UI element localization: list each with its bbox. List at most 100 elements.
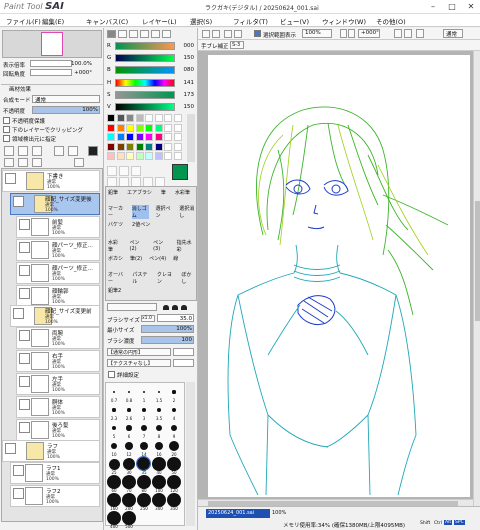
- layer-row-selected[interactable]: 顔配_サイズ変更後 通常 100%: [10, 193, 100, 215]
- brush-size-dot[interactable]: [122, 475, 136, 489]
- brush-size-dot[interactable]: [152, 475, 166, 489]
- new-vector-layer-icon[interactable]: [18, 146, 28, 156]
- brush-size-dot[interactable]: [167, 475, 181, 489]
- color-swatch[interactable]: [135, 123, 144, 132]
- tool-custom[interactable]: 指先水彩: [177, 239, 196, 253]
- effects-header[interactable]: 画材効果: [1, 84, 103, 93]
- tip-shape-icon[interactable]: [172, 305, 178, 310]
- magic-wand-icon[interactable]: [131, 166, 141, 176]
- tool-select-pen[interactable]: 選択ペン: [156, 205, 173, 219]
- layer-row[interactable]: 右手 通常 100%: [16, 350, 100, 372]
- brush-size-dot[interactable]: [107, 475, 121, 489]
- detail-settings-toggle[interactable]: [108, 371, 115, 378]
- visibility-icon[interactable]: [13, 465, 24, 476]
- brush-size-dot[interactable]: [156, 407, 162, 413]
- color-swatch[interactable]: [126, 142, 134, 151]
- stabilizer-select[interactable]: S-3: [230, 41, 244, 49]
- tool-custom[interactable]: パステル: [132, 271, 151, 285]
- color-swatch[interactable]: [135, 142, 144, 151]
- tool-custom[interactable]: 筆(2): [130, 255, 142, 262]
- color-swatch[interactable]: [164, 133, 172, 141]
- b-slider[interactable]: [115, 66, 175, 74]
- current-color-swatch[interactable]: [172, 164, 188, 180]
- minimize-icon[interactable]: –: [424, 1, 442, 12]
- tool-custom[interactable]: ペン(3): [153, 239, 170, 253]
- new-layer-icon[interactable]: [4, 146, 14, 156]
- brush-size-dot[interactable]: [139, 441, 149, 451]
- brush-size-scrollbar[interactable]: [186, 382, 195, 526]
- menu-layer[interactable]: レイヤー(L): [142, 16, 177, 26]
- visibility-icon[interactable]: [19, 288, 30, 299]
- brush-size-multiplier[interactable]: x1.0: [141, 315, 155, 322]
- brush-size-dot[interactable]: [142, 408, 146, 412]
- visibility-icon[interactable]: [5, 443, 16, 454]
- color-swatch[interactable]: [107, 133, 115, 141]
- menu-file[interactable]: ファイル(F): [6, 16, 41, 26]
- menu-filter[interactable]: フィルタ(T): [233, 16, 268, 26]
- merge-visible-icon[interactable]: [32, 158, 42, 167]
- tool-custom[interactable]: ペン(2): [130, 239, 147, 253]
- brush-size-dot[interactable]: [111, 425, 117, 431]
- color-swatch[interactable]: [107, 114, 115, 122]
- tool-bucket[interactable]: バケツ: [108, 221, 123, 228]
- h-slider[interactable]: [115, 79, 175, 87]
- view-mode-select[interactable]: 通常: [443, 29, 463, 38]
- layer-row[interactable]: 前髪 通常 100%: [16, 216, 100, 238]
- mask-icon[interactable]: [88, 146, 98, 156]
- tip-shape-icon[interactable]: [163, 305, 169, 310]
- color-swatch[interactable]: [135, 133, 144, 141]
- rect-select-icon[interactable]: [107, 166, 117, 176]
- brush-size-dot[interactable]: [126, 425, 132, 431]
- rotate-left-icon[interactable]: [394, 29, 402, 38]
- angle-select[interactable]: +000°: [358, 29, 380, 38]
- tool-brush[interactable]: 筆: [161, 189, 166, 196]
- blend-mode-select[interactable]: 通常: [32, 95, 100, 104]
- transfer-down-icon[interactable]: [4, 158, 14, 167]
- show-selection-checkbox[interactable]: [254, 30, 261, 37]
- color-swatch[interactable]: [126, 114, 134, 122]
- brush-size-dot[interactable]: [171, 407, 177, 413]
- menu-canvas[interactable]: キャンバス(C): [86, 16, 128, 26]
- brush-texture-strength[interactable]: [173, 359, 194, 367]
- brush-size-dot[interactable]: [167, 493, 181, 507]
- layer-row[interactable]: 顔配_サイズ変更前 通常 100%: [10, 305, 100, 327]
- copy-layer-icon[interactable]: [54, 146, 64, 156]
- tool-custom[interactable]: ペン(4): [149, 255, 166, 262]
- tool-select-eraser[interactable]: 選択消し: [179, 205, 196, 219]
- brush-size-dot[interactable]: [169, 441, 179, 451]
- clip-checkbox[interactable]: [3, 126, 10, 133]
- menu-edit[interactable]: 編集(E): [42, 16, 64, 26]
- color-swatch[interactable]: [145, 123, 153, 132]
- brush-size-dot[interactable]: [107, 511, 121, 525]
- layer-row[interactable]: 左手 通常 100%: [16, 373, 100, 395]
- mixer-icon[interactable]: [140, 30, 149, 38]
- menu-view[interactable]: ビュー(V): [280, 16, 309, 26]
- rgb-slider-icon[interactable]: [118, 30, 127, 38]
- visibility-icon[interactable]: [19, 242, 30, 253]
- lasso-icon[interactable]: [119, 166, 129, 176]
- rotate-right-icon[interactable]: [404, 29, 412, 38]
- visibility-icon[interactable]: [19, 376, 30, 387]
- brush-size-dot[interactable]: [122, 457, 136, 471]
- brush-size-dot[interactable]: [122, 493, 136, 507]
- color-swatch[interactable]: [164, 114, 172, 122]
- color-swatch[interactable]: [164, 123, 172, 132]
- color-swatch[interactable]: [145, 142, 153, 151]
- color-swatch[interactable]: [116, 142, 125, 151]
- color-swatch[interactable]: [154, 123, 163, 132]
- color-swatch[interactable]: [173, 133, 182, 141]
- color-swatch[interactable]: [145, 152, 153, 160]
- color-swatch[interactable]: [116, 152, 125, 160]
- brush-size-dot[interactable]: [154, 441, 164, 451]
- redo-icon[interactable]: [212, 30, 220, 38]
- brush-size-dot[interactable]: [112, 408, 116, 412]
- color-swatch[interactable]: [173, 152, 182, 160]
- brush-size-dot[interactable]: [155, 424, 163, 432]
- color-swatch[interactable]: [145, 114, 153, 122]
- clear-layer-icon[interactable]: [68, 146, 78, 156]
- menu-select[interactable]: 選択(S): [190, 16, 212, 26]
- brush-size-dot[interactable]: [170, 424, 178, 432]
- visibility-icon[interactable]: [19, 265, 30, 276]
- tool-eraser[interactable]: 消しゴム: [131, 205, 149, 219]
- source-checkbox[interactable]: [3, 135, 10, 142]
